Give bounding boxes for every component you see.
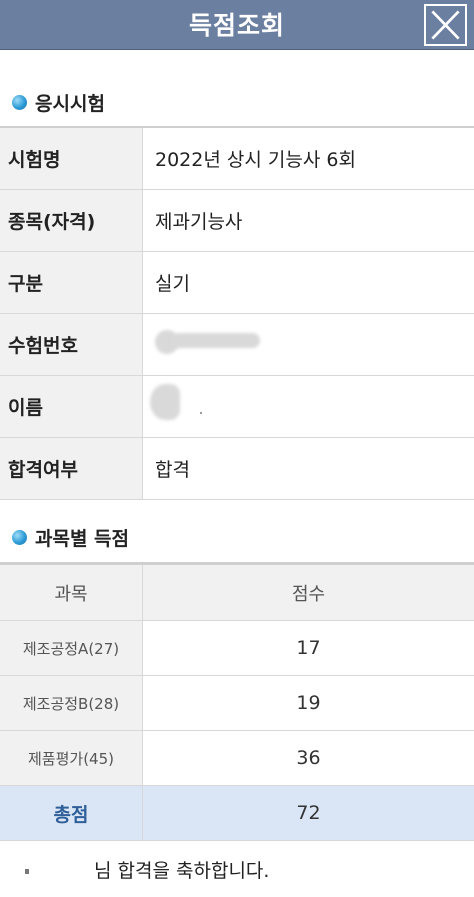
subject-cell: 제조공정B(28) <box>0 676 143 730</box>
score-section-heading: 과목별 득점 <box>12 522 129 552</box>
score-row: 제품평가(45) 36 <box>0 731 474 786</box>
total-label: 총점 <box>0 786 143 840</box>
subject-cell: 제조공정A(27) <box>0 621 143 675</box>
score-header-row: 과목 점수 <box>0 565 474 621</box>
info-label: 종목(자격) <box>0 190 143 251</box>
congrats-message: 님 합격을 축하합니다. <box>94 860 270 882</box>
redacted-name-mark <box>25 869 29 874</box>
bullet-icon <box>12 529 27 545</box>
info-row-category: 구분 실기 <box>0 252 474 314</box>
info-label: 이름 <box>0 376 143 437</box>
score-cell: 36 <box>296 747 321 769</box>
info-label: 시험명 <box>0 128 143 189</box>
info-value: 제과기능사 <box>155 211 243 233</box>
info-value-redacted <box>143 314 474 375</box>
info-row-exam-name: 시험명 2022년 상시 기능사 6회 <box>0 128 474 190</box>
exam-section-title: 응시시험 <box>35 92 105 115</box>
redacted-exam-number-bar <box>172 333 260 348</box>
info-row-name: 이름 <box>0 376 474 438</box>
info-row-pass-status: 합격여부 합격 <box>0 438 474 500</box>
info-value: 2022년 상시 기능사 6회 <box>155 149 356 171</box>
subject-header: 과목 <box>0 565 143 620</box>
congrats-line: 님 합격을 축하합니다. <box>0 856 474 886</box>
score-cell: 19 <box>296 692 321 714</box>
score-row: 제조공정A(27) 17 <box>0 621 474 676</box>
title-bar: 득점조회 <box>0 0 474 50</box>
close-icon <box>431 10 460 40</box>
info-value-redacted <box>143 376 474 437</box>
score-cell: 17 <box>296 637 321 659</box>
exam-section-heading: 응시시험 <box>12 87 105 117</box>
info-value: 실기 <box>155 273 190 295</box>
redacted-name <box>150 384 180 420</box>
info-label: 합격여부 <box>0 438 143 499</box>
score-table: 과목 점수 제조공정A(27) 17 제조공정B(28) 19 제품평가(45)… <box>0 562 474 841</box>
subject-cell: 제품평가(45) <box>0 731 143 785</box>
score-row: 제조공정B(28) 19 <box>0 676 474 731</box>
score-header: 점수 <box>291 583 326 605</box>
info-label: 구분 <box>0 252 143 313</box>
redacted-dot <box>200 412 202 414</box>
info-label: 수험번호 <box>0 314 143 375</box>
total-score: 72 <box>296 802 321 824</box>
score-section-title: 과목별 득점 <box>35 527 130 550</box>
pass-status-value: 합격 <box>155 459 190 481</box>
bullet-icon <box>12 94 27 110</box>
info-row-qualification: 종목(자격) 제과기능사 <box>0 190 474 252</box>
info-row-exam-number: 수험번호 <box>0 314 474 376</box>
total-score-row: 총점 72 <box>0 786 474 841</box>
page-title: 득점조회 <box>188 11 285 40</box>
close-button[interactable] <box>424 4 467 46</box>
exam-info-table: 시험명 2022년 상시 기능사 6회 종목(자격) 제과기능사 구분 실기 수… <box>0 126 474 500</box>
